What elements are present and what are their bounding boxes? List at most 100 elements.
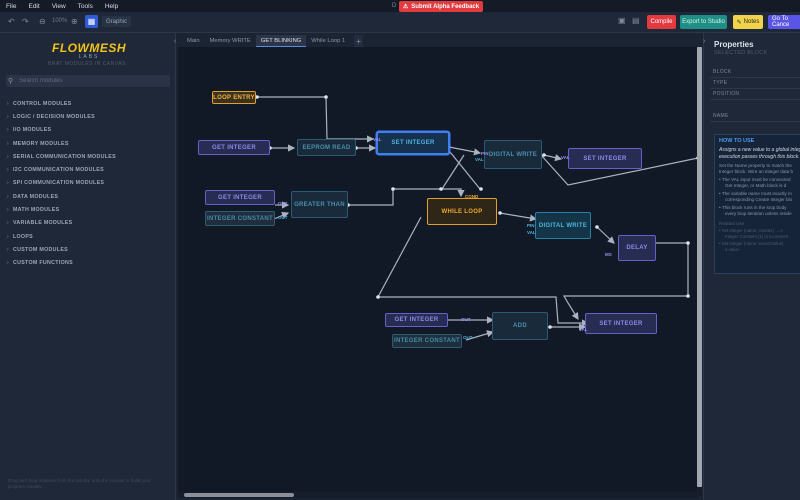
zoom-level: 100%	[52, 18, 68, 24]
how-to-lead: Assigns a new value to a global integ	[719, 147, 800, 153]
module-category[interactable]: › VARIABLE MODULES	[0, 217, 176, 230]
submit-feedback-button[interactable]: ⚠ Submit Alpha Feedback	[399, 1, 483, 12]
related-title: Related Use	[719, 221, 745, 226]
menu-file[interactable]: File	[0, 3, 22, 10]
chevron-right-icon: ›	[7, 193, 9, 200]
module-category-label: LOGIC / DECISION MODULES	[12, 113, 95, 120]
tab-memory-write[interactable]: Memory WRITE	[205, 35, 256, 47]
logo: FLOWMESH LABS	[50, 41, 128, 60]
document-icon[interactable]: ▤	[632, 16, 640, 25]
module-category[interactable]: › CUSTOM FUNCTIONS	[0, 257, 176, 270]
wire	[257, 96, 375, 143]
node-while-loop[interactable]: WHILE LOOP	[427, 198, 497, 225]
port-out: OUT	[278, 201, 288, 206]
graph-canvas[interactable]: LOOP ENTRY GET INTEGER EEPROM READ SET I…	[178, 47, 698, 496]
node-integer-constant[interactable]: INTEGER CONSTANT	[205, 211, 275, 226]
window-title: D	[392, 3, 397, 9]
search-input[interactable]	[19, 78, 160, 84]
module-category[interactable]: › I/O MODULES	[0, 124, 176, 137]
menu-tools[interactable]: Tools	[72, 3, 99, 10]
module-category-label: CUSTOM FUNCTIONS	[12, 260, 73, 267]
module-category[interactable]: › LOGIC / DECISION MODULES	[0, 110, 176, 123]
notes-label: Notes	[743, 19, 760, 25]
node-loop-entry[interactable]: LOOP ENTRY	[212, 91, 256, 104]
module-category[interactable]: › I2C COMMUNICATION MODULES	[0, 163, 176, 176]
node-delay[interactable]: DELAY	[618, 235, 656, 261]
horizontal-scrollbar[interactable]	[178, 492, 698, 498]
zoom-in-icon[interactable]: ⊕	[71, 17, 78, 26]
module-category[interactable]: › SERIAL COMMUNICATION MODULES	[0, 150, 176, 163]
node-add[interactable]: ADD	[492, 312, 548, 340]
module-category-label: SERIAL COMMUNICATION MODULES	[12, 153, 116, 160]
port-val: VAL	[579, 327, 588, 332]
module-category-label: DATA MODULES	[12, 193, 59, 200]
graphic-mode-button[interactable]: Graphic	[102, 16, 132, 27]
module-category-label: CUSTOM MODULES	[12, 246, 68, 253]
node-set-integer-selected[interactable]: SET INTEGER	[377, 132, 449, 154]
chevron-right-icon: ›	[7, 140, 9, 147]
wire	[596, 226, 615, 244]
tab-get-blinking[interactable]: GET BLINKING	[255, 35, 307, 47]
module-category[interactable]: › LOOPS	[0, 230, 176, 243]
port-val: VAL	[475, 157, 484, 162]
scroll-thumb[interactable]	[184, 493, 294, 497]
collapse-sidebar-icon[interactable]: ‹	[174, 38, 182, 46]
module-category[interactable]: › SPI COMMUNICATION MODULES	[0, 177, 176, 190]
tab-main[interactable]: Main	[182, 35, 205, 47]
node-set-integer[interactable]: SET INTEGER	[568, 148, 642, 169]
search-icon: ⚲	[8, 78, 14, 85]
wire	[543, 154, 563, 162]
node-set-integer[interactable]: SET INTEGER	[585, 313, 657, 334]
scroll-thumb[interactable]	[697, 47, 702, 487]
divider	[710, 121, 800, 122]
node-digital-write[interactable]: DIGITAL WRITE	[535, 212, 591, 239]
compile-button[interactable]: Compile	[647, 15, 676, 29]
port-val: VAL	[373, 137, 382, 142]
tab-while-loop-1[interactable]: While Loop 1	[306, 35, 350, 47]
chevron-right-icon: ›	[7, 167, 9, 174]
node-get-integer[interactable]: GET INTEGER	[198, 140, 270, 155]
go-to-canvas-button[interactable]: Go To Cance	[768, 15, 800, 29]
collapse-properties-icon[interactable]: ›	[703, 38, 705, 45]
module-category[interactable]: › MATH MODULES	[0, 203, 176, 216]
node-digital-write[interactable]: DIGITAL WRITE	[484, 140, 542, 169]
node-eeprom-read[interactable]: EEPROM READ	[297, 139, 356, 156]
module-category[interactable]: › DATA MODULES	[0, 190, 176, 203]
field-block: BLOCK	[713, 69, 732, 75]
redo-icon[interactable]: ↷	[22, 17, 29, 26]
port-pin: PIN	[481, 151, 489, 156]
related-text: Set Integer (name: counter) ... A	[721, 228, 783, 233]
divider	[710, 99, 800, 100]
field-position: POSITION	[713, 91, 740, 97]
port-out: OUT	[463, 335, 473, 340]
vertical-scrollbar[interactable]	[697, 47, 702, 496]
tab-bar: Main Memory WRITE GET BLINKING While Loo…	[182, 35, 364, 47]
monitor-icon[interactable]: ▣	[618, 16, 626, 25]
notes-icon: ✎	[736, 19, 742, 26]
module-category-label: LOOPS	[12, 233, 34, 240]
submit-feedback-label: Submit Alpha Feedback	[411, 3, 480, 10]
divider	[710, 88, 800, 89]
add-tab-button[interactable]: +	[354, 35, 364, 47]
alert-icon: ⚠	[402, 4, 409, 10]
bullet-text: The VAL input must be connected	[721, 177, 791, 182]
menu-help[interactable]: Help	[99, 3, 124, 10]
module-category[interactable]: › CUSTOM MODULES	[0, 243, 176, 256]
chevron-right-icon: ›	[7, 207, 9, 214]
notes-button[interactable]: ✎ Notes	[733, 15, 763, 29]
zoom-out-icon[interactable]: ⊖	[39, 17, 46, 26]
module-category-label: I2C COMMUNICATION MODULES	[12, 167, 104, 174]
node-greater-than[interactable]: GREATER THAN	[291, 191, 348, 218]
module-category[interactable]: › MEMORY MODULES	[0, 137, 176, 150]
node-get-integer[interactable]: GET INTEGER	[205, 190, 275, 205]
module-category[interactable]: › CONTROL MODULES	[0, 97, 176, 110]
graph-icon[interactable]: ▦	[85, 15, 98, 28]
sidebar-footer: Drag and drop modules from the sidebar o…	[8, 478, 151, 489]
node-get-integer[interactable]: GET INTEGER	[385, 313, 448, 327]
menu-view[interactable]: View	[46, 3, 72, 10]
menu-edit[interactable]: Edit	[22, 3, 45, 10]
bullet-text: every loop iteration unless inside	[725, 211, 792, 216]
undo-icon[interactable]: ↶	[8, 17, 15, 26]
export-studio-button[interactable]: Export to Studio	[680, 15, 727, 29]
node-integer-constant[interactable]: INTEGER CONSTANT	[392, 334, 462, 348]
